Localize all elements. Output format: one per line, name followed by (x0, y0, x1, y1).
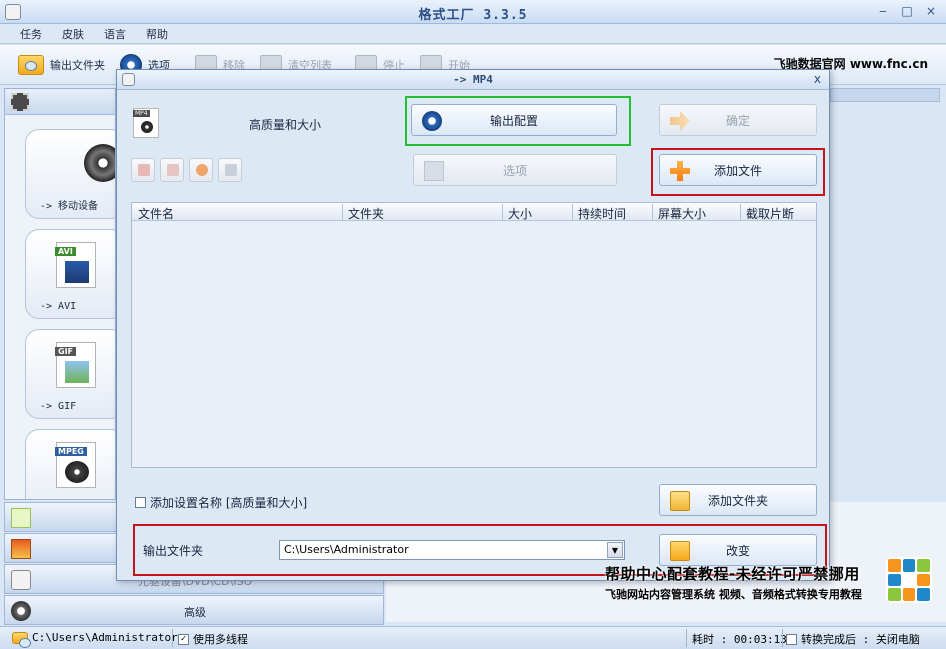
col-folder[interactable]: 文件夹 (348, 205, 384, 222)
output-folder-tool[interactable]: 输出文件夹 (18, 54, 105, 76)
options-button[interactable]: 选项 (413, 154, 617, 186)
remove-item-icon[interactable] (131, 158, 155, 182)
tile-avi[interactable]: AVI -> AVI (25, 229, 115, 319)
clear-items-icon[interactable] (160, 158, 184, 182)
col-screen-size[interactable]: 屏幕大小 (658, 205, 706, 222)
dialog-title: -> MP4 (453, 73, 493, 86)
mpeg-file-icon: MPEG (55, 442, 96, 488)
sidebar: -> 移动设备 AVI -> AVI GIF -> GIF MPEG (4, 88, 116, 500)
menu-task[interactable]: 任务 (20, 26, 42, 42)
film-options-icon (424, 161, 444, 181)
output-folder-label: 输出文件夹 (50, 59, 105, 72)
list-tools (131, 158, 242, 182)
menu-language[interactable]: 语言 (104, 26, 126, 42)
multithread-checkbox[interactable]: ✓ (178, 633, 189, 645)
tile-mobile[interactable]: -> 移动设备 (25, 129, 115, 219)
after-done-label: 转换完成后 : 关闭电脑 (801, 633, 920, 646)
advanced-category[interactable]: 高级 (4, 595, 384, 625)
title-bar: 格式工厂 3.3.5 ‒ □ × (0, 0, 946, 24)
after-done-checkbox[interactable] (786, 633, 797, 645)
play-icon[interactable] (189, 158, 213, 182)
gif-file-icon: GIF (55, 342, 96, 388)
add-setting-name-checkbox[interactable] (135, 497, 146, 508)
film-reel-icon (84, 144, 115, 182)
options-label: 选项 (502, 163, 527, 178)
add-setting-name-row[interactable]: 添加设置名称 [高质量和大小] (135, 494, 307, 511)
watermark-line1: 帮助中心配套教程-未经许可严禁挪用 (605, 565, 860, 583)
mpeg-tag: MPEG (55, 447, 87, 456)
tile-mpeg[interactable]: MPEG (25, 429, 115, 499)
maximize-button[interactable]: □ (900, 4, 914, 18)
avi-tag: AVI (55, 247, 76, 256)
file-list-header: 文件名 文件夹 大小 持续时间 屏幕大小 截取片断 (132, 203, 816, 221)
picture-icon (11, 539, 31, 559)
mp4-file-icon (133, 108, 159, 138)
col-duration[interactable]: 持续时间 (578, 205, 626, 222)
highlight-add-file (651, 148, 825, 196)
mp4-dialog: -> MP4 x 高质量和大小 输出配置 确定 选项 添加文件 文件名 文件夹 … (116, 69, 830, 581)
highlight-output-config (405, 96, 631, 146)
tile-gif-label: -> GIF (40, 401, 77, 412)
quality-label: 高质量和大小 (249, 118, 322, 132)
info-icon[interactable] (218, 158, 242, 182)
multithread-toggle[interactable]: ✓ 使用多线程 (178, 631, 248, 647)
window-title: 格式工厂 3.3.5 (418, 8, 528, 23)
col-filename[interactable]: 文件名 (138, 205, 174, 222)
menu-bar: 任务 皮肤 语言 帮助 (0, 24, 946, 44)
folder-icon (12, 631, 31, 648)
folder-icon (18, 55, 44, 75)
video-category-header[interactable] (5, 89, 115, 115)
advanced-label: 高级 (184, 606, 206, 619)
watermark-line2: 飞驰网站内容管理系统 视频、音频格式转换专用教程 (605, 588, 862, 601)
dialog-close-button[interactable]: x (814, 72, 821, 86)
after-done-option[interactable]: 转换完成后 : 关闭电脑 (786, 631, 920, 647)
col-clip[interactable]: 截取片断 (746, 205, 794, 222)
tile-avi-label: -> AVI (40, 301, 77, 312)
status-bar: C:\Users\Administrator ✓ 使用多线程 耗时 : 00:0… (0, 626, 946, 649)
tile-gif[interactable]: GIF -> GIF (25, 329, 115, 419)
menu-skin[interactable]: 皮肤 (62, 26, 84, 42)
film-icon (11, 93, 29, 111)
music-icon (11, 508, 31, 528)
avi-file-icon: AVI (55, 242, 96, 288)
task-list-header (830, 88, 940, 102)
minimize-button[interactable]: ‒ (876, 4, 890, 18)
add-folder-label: 添加文件夹 (707, 493, 768, 508)
add-folder-button[interactable]: 添加文件夹 (659, 484, 817, 516)
status-path-label: C:\Users\Administrator (32, 631, 178, 644)
menu-help[interactable]: 帮助 (146, 26, 168, 42)
elapsed-time: 耗时 : 00:03:13 (692, 631, 787, 647)
dialog-title-bar: -> MP4 x (117, 70, 829, 90)
file-list[interactable]: 文件名 文件夹 大小 持续时间 屏幕大小 截取片断 (131, 202, 817, 468)
elapsed-label: 耗时 : 00:03:13 (692, 633, 787, 646)
ok-label: 确定 (725, 113, 750, 128)
ok-button[interactable]: 确定 (659, 104, 817, 136)
close-button[interactable]: × (924, 4, 938, 18)
add-setting-name-label: 添加设置名称 [高质量和大小] (150, 496, 308, 510)
gif-tag: GIF (55, 347, 77, 356)
multithread-label: 使用多线程 (193, 633, 248, 646)
tile-mobile-label: -> 移动设备 (40, 201, 99, 212)
arrow-right-icon (670, 111, 690, 131)
col-size[interactable]: 大小 (508, 205, 532, 222)
fnc-logo (886, 557, 932, 603)
status-path[interactable]: C:\Users\Administrator (12, 631, 178, 648)
folder-add-icon (670, 491, 690, 511)
